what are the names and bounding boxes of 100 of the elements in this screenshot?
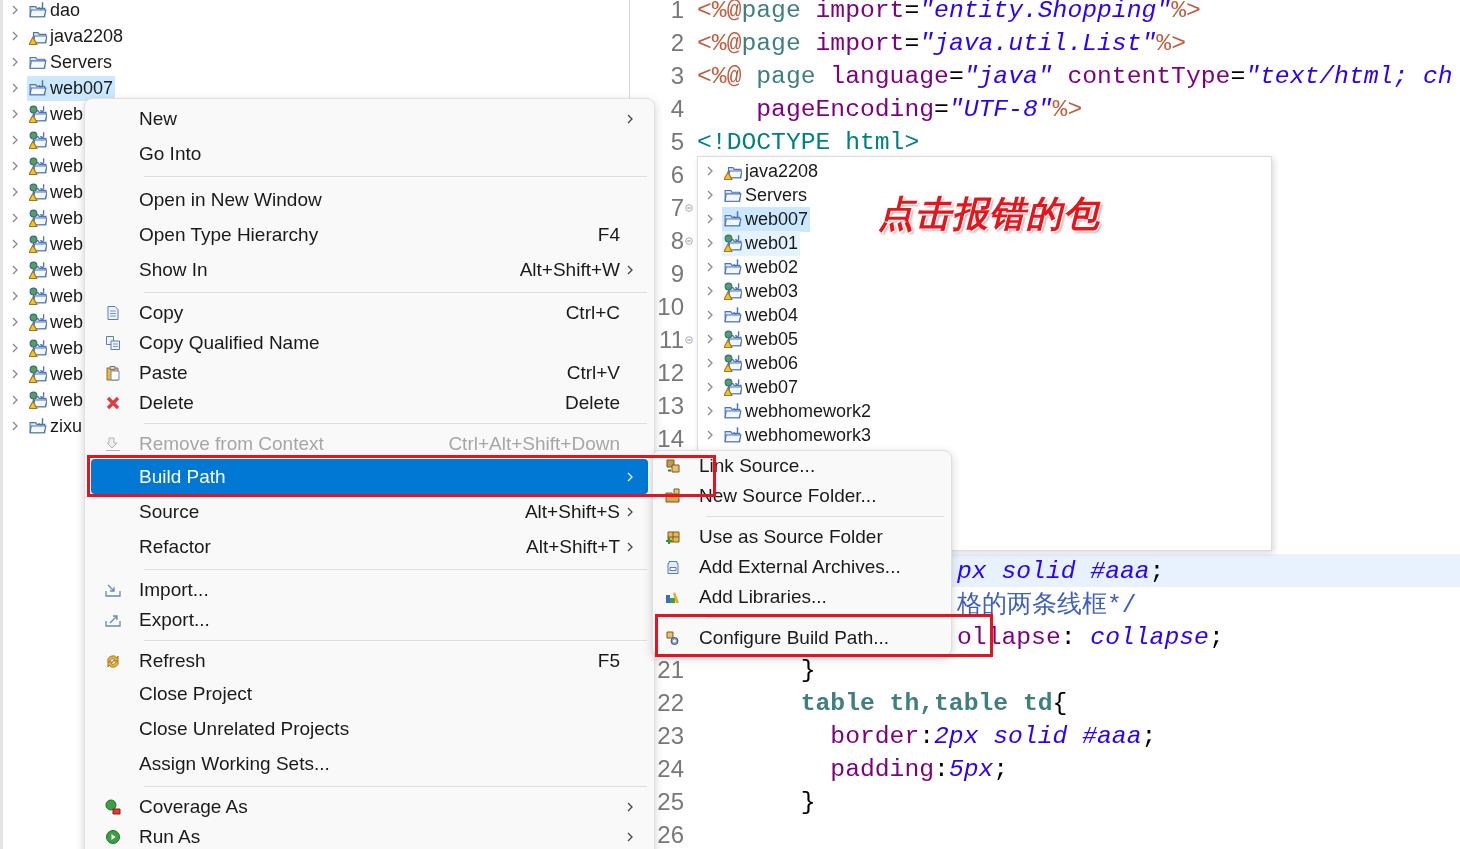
tree-item[interactable]: zixu bbox=[27, 413, 84, 439]
chevron-icon[interactable] bbox=[11, 290, 19, 302]
chevron-icon[interactable] bbox=[11, 108, 19, 120]
tree-item[interactable]: web007 bbox=[722, 206, 811, 232]
chevron-icon[interactable] bbox=[11, 264, 19, 276]
run-icon bbox=[105, 829, 121, 845]
warning-folder-icon bbox=[724, 378, 742, 396]
menu-item[interactable]: Show In Alt+Shift+W bbox=[91, 252, 648, 287]
menu-item[interactable]: Assign Working Sets... bbox=[91, 746, 648, 781]
tree-item[interactable]: web bbox=[27, 101, 86, 127]
menu-item[interactable]: Refresh F5 bbox=[91, 646, 648, 676]
menu-item[interactable]: Run As bbox=[91, 822, 648, 849]
menu-item[interactable]: Close Project bbox=[91, 676, 648, 711]
refresh-icon bbox=[105, 653, 121, 669]
menu-item[interactable]: Add Libraries... bbox=[656, 582, 948, 612]
chevron-icon[interactable] bbox=[706, 165, 714, 177]
coverage-icon bbox=[105, 799, 121, 815]
chevron-icon[interactable] bbox=[11, 186, 19, 198]
chevron-icon[interactable] bbox=[11, 342, 19, 354]
chevron-icon[interactable] bbox=[11, 30, 19, 42]
chevron-icon[interactable] bbox=[11, 238, 19, 250]
chevron-icon[interactable] bbox=[11, 56, 19, 68]
tree-item[interactable]: webhomework3 bbox=[722, 422, 874, 448]
tree-item[interactable]: web03 bbox=[722, 278, 801, 304]
chevron-icon[interactable] bbox=[706, 405, 714, 417]
menu-item[interactable]: Paste Ctrl+V bbox=[91, 358, 648, 388]
chevron-icon[interactable] bbox=[706, 429, 714, 441]
line-number: 7 bbox=[670, 193, 684, 221]
tree-item[interactable]: web06 bbox=[722, 350, 801, 376]
chevron-icon[interactable] bbox=[706, 381, 714, 393]
chevron-icon[interactable] bbox=[11, 160, 19, 172]
shortcut-text: Alt+Shift+S bbox=[524, 500, 620, 523]
fold-icon[interactable] bbox=[685, 203, 693, 212]
code-line: padding:5px; bbox=[830, 754, 1009, 783]
chevron-icon[interactable] bbox=[706, 213, 714, 225]
menu-item[interactable]: Import... bbox=[91, 575, 648, 605]
tree-item[interactable]: web01 bbox=[722, 230, 801, 256]
chevron-icon[interactable] bbox=[706, 357, 714, 369]
tree-item[interactable]: web bbox=[27, 231, 86, 257]
chevron-icon[interactable] bbox=[706, 285, 714, 297]
menu-item[interactable]: Copy Qualified Name bbox=[91, 328, 648, 358]
chevron-icon[interactable] bbox=[11, 368, 19, 380]
menu-item[interactable]: Delete Delete bbox=[91, 388, 648, 418]
tree-item[interactable]: web bbox=[27, 283, 86, 309]
chevron-icon[interactable] bbox=[11, 134, 19, 146]
tree-item[interactable]: java2208 bbox=[722, 158, 821, 184]
chevron-icon[interactable] bbox=[11, 316, 19, 328]
chevron-icon[interactable] bbox=[11, 4, 19, 16]
project-folder-icon bbox=[724, 402, 742, 420]
line-number: 8 bbox=[670, 226, 684, 254]
menu-item[interactable]: Open Type Hierarchy F4 bbox=[91, 217, 648, 252]
tree-item[interactable]: dao bbox=[27, 0, 83, 23]
warning-folder-icon bbox=[29, 261, 47, 279]
project-folder-icon bbox=[724, 426, 742, 444]
chevron-icon[interactable] bbox=[706, 309, 714, 321]
menu-item[interactable]: Configure Build Path... bbox=[656, 623, 948, 653]
menu-item[interactable]: Copy Ctrl+C bbox=[91, 298, 648, 328]
menu-item[interactable]: Source Alt+Shift+S bbox=[91, 494, 648, 529]
tree-item[interactable]: web bbox=[27, 335, 86, 361]
tree-item[interactable]: Servers bbox=[27, 49, 114, 75]
chevron-icon[interactable] bbox=[11, 212, 19, 224]
project-folder-icon bbox=[724, 210, 742, 228]
menu-item[interactable]: Go Into bbox=[91, 136, 648, 171]
tree-item[interactable]: webhomework2 bbox=[722, 398, 874, 424]
tree-item[interactable]: web bbox=[27, 205, 86, 231]
tree-item[interactable]: java2208 bbox=[27, 23, 126, 49]
chevron-icon[interactable] bbox=[11, 82, 19, 94]
menu-item[interactable]: Refactor Alt+Shift+T bbox=[91, 529, 648, 564]
tree-item[interactable]: web07 bbox=[722, 374, 801, 400]
tree-item[interactable]: web007 bbox=[27, 75, 116, 101]
tree-item[interactable]: web bbox=[27, 127, 86, 153]
chevron-icon[interactable] bbox=[706, 237, 714, 249]
tree-item[interactable]: web bbox=[27, 257, 86, 283]
chevron-icon[interactable] bbox=[706, 189, 714, 201]
menu-item[interactable]: New bbox=[91, 101, 648, 136]
menu-item[interactable]: Add External Archives... bbox=[656, 552, 948, 582]
tree-item[interactable]: web bbox=[27, 387, 86, 413]
tree-item[interactable]: web04 bbox=[722, 302, 801, 328]
tree-item[interactable]: web02 bbox=[722, 254, 801, 280]
fold-icon[interactable] bbox=[685, 335, 693, 344]
tree-item[interactable]: web bbox=[27, 153, 86, 179]
menu-item[interactable]: Open in New Window bbox=[91, 182, 648, 217]
tree-item[interactable]: web bbox=[27, 179, 86, 205]
tree-item[interactable]: Servers bbox=[722, 182, 809, 208]
chevron-icon[interactable] bbox=[11, 420, 19, 432]
menu-item[interactable]: Use as Source Folder bbox=[656, 522, 948, 552]
chevron-icon[interactable] bbox=[706, 261, 714, 273]
menu-item[interactable]: Export... bbox=[91, 605, 648, 635]
line-number: 21 bbox=[657, 655, 684, 683]
chevron-icon[interactable] bbox=[706, 333, 714, 345]
fold-icon[interactable] bbox=[685, 236, 693, 245]
warning-folder-icon bbox=[724, 354, 742, 372]
menu-item[interactable]: Close Unrelated Projects bbox=[91, 711, 648, 746]
tree-item[interactable]: web bbox=[27, 309, 86, 335]
tree-item[interactable]: web05 bbox=[722, 326, 801, 352]
menu-item[interactable]: Build Path bbox=[91, 459, 648, 494]
chevron-icon[interactable] bbox=[11, 394, 19, 406]
tree-item[interactable]: web bbox=[27, 361, 86, 387]
menu-item[interactable]: Coverage As bbox=[91, 792, 648, 822]
warning-folder-icon bbox=[29, 105, 47, 123]
